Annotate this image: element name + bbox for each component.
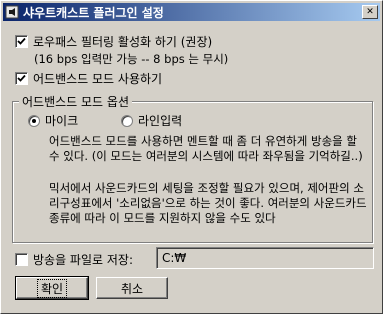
advanced-option[interactable]: 어드밴스드 모드 사용하기 [15, 70, 162, 87]
save-to-file-checkbox[interactable] [15, 253, 28, 266]
lowpass-checkbox[interactable] [15, 35, 28, 48]
advanced-description-1: 어드밴스드 모드를 사용하면 멘트할 때 좀 더 유연하게 방송을 할 수 있다… [49, 134, 363, 163]
cancel-button[interactable]: 취소 [96, 277, 168, 299]
advanced-checkbox[interactable] [15, 72, 28, 85]
advanced-label: 어드밴스드 모드 사용하기 [33, 72, 163, 86]
lowpass-option[interactable]: 로우패스 필터링 활성화 하기 (권장) [15, 33, 212, 50]
ok-button[interactable]: 확인 [15, 276, 89, 300]
radio-mic[interactable] [28, 114, 40, 127]
radio-line-label: 라인입력 [138, 114, 183, 128]
ok-label: 확인 [36, 278, 68, 298]
window-title: 샤우트캐스트 플러그인 설정 [23, 5, 164, 20]
title-bar[interactable]: 샤우트캐스트 플러그인 설정 ✕ [3, 3, 380, 21]
checkmark-icon [17, 74, 26, 82]
checkmark-icon [17, 37, 26, 45]
radio-selected-dot [32, 118, 36, 123]
save-path-field[interactable]: C:₩ [156, 247, 374, 269]
advanced-options-legend: 어드밴스드 모드 옵션 [19, 93, 132, 110]
radio-mic-label: 마이크 [45, 114, 79, 128]
close-button[interactable]: ✕ [362, 5, 378, 19]
save-to-file-label: 방송을 파일로 저장: [33, 253, 133, 267]
radio-line-option[interactable]: 라인입력 [121, 112, 182, 129]
radio-mic-option[interactable]: 마이크 [28, 112, 78, 129]
save-to-file-option[interactable]: 방송을 파일로 저장: [15, 251, 133, 268]
save-path-value: C:₩ [162, 251, 187, 265]
lowpass-note: (16 bps 입력만 가능 -- 8 bps 는 무시) [34, 51, 228, 67]
dialog-window: 샤우트캐스트 플러그인 설정 ✕ 로우패스 필터링 활성화 하기 (권장) (1… [0, 0, 383, 314]
shoutcast-icon [5, 5, 19, 19]
lowpass-label: 로우패스 필터링 활성화 하기 (권장) [33, 35, 213, 49]
lowpass-note-text: (16 bps 입력만 가능 -- 8 bps 는 무시) [34, 52, 229, 66]
cancel-label: 취소 [120, 281, 144, 296]
advanced-description-2: 믹서에서 사운드카드의 세팅을 조정할 필요가 있으며, 제어판의 소리구성표에… [49, 181, 367, 225]
radio-line-in[interactable] [121, 114, 133, 127]
close-icon: ✕ [366, 6, 374, 17]
